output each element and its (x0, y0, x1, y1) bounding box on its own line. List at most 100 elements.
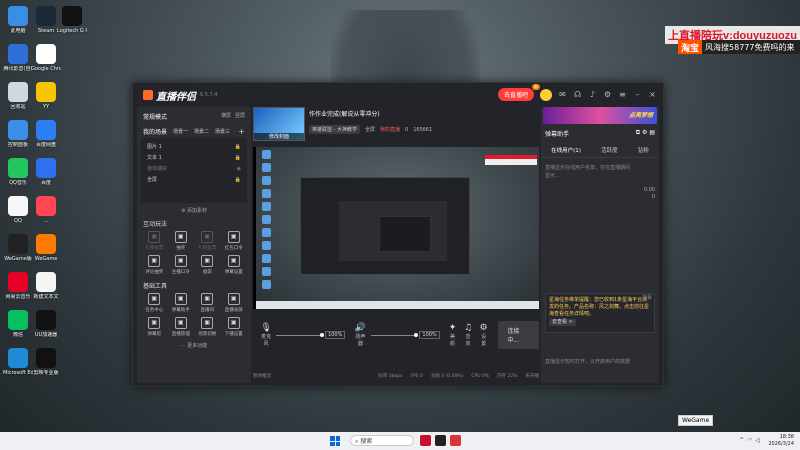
view-task-button[interactable]: 去查看 > (549, 319, 576, 326)
live-companion-icon[interactable] (435, 435, 446, 446)
feature-button[interactable]: ▣ 红包口令 (221, 231, 248, 251)
promo-banner[interactable]: 点亮梦想 (543, 107, 657, 124)
bell-icon[interactable]: ♪ (588, 90, 597, 99)
feature-button[interactable]: ▣ 抽奖 (168, 231, 195, 251)
eye-icon[interactable]: ◉ (237, 166, 241, 172)
mode-selector[interactable]: 常规模式 横屏 竖屏 (137, 107, 251, 126)
speaker-control[interactable]: 🔊 扬声器 (353, 323, 367, 347)
my-live-link[interactable]: 我的直播 (380, 126, 400, 133)
scene-tab-3[interactable]: 场景三 (215, 128, 230, 135)
desktop-icon[interactable]: Microsoft Edge (3, 348, 33, 376)
source-item[interactable]: 图片 1 🔒 (141, 141, 247, 152)
feature-button[interactable]: ▣ 弹幕助手 (168, 293, 195, 313)
game-app-icon[interactable] (420, 435, 431, 446)
wifi-icon[interactable]: ◠ (747, 437, 752, 444)
lock-icon[interactable]: 🔒 (235, 177, 241, 183)
desktop-icon[interactable]: WeGame (31, 234, 61, 262)
go-live-button[interactable]: 去直播吧新 (497, 84, 540, 101)
feature-button[interactable]: ▣ 直播间 (194, 293, 221, 313)
filter-icon[interactable]: ▤ (649, 129, 655, 136)
scene-tab-1[interactable]: 场景一 (173, 128, 188, 135)
menu-icon[interactable]: ≡ (618, 90, 627, 99)
desktop-icon[interactable]: 网易云音乐 (3, 272, 33, 300)
desktop-icon[interactable]: 微信 (3, 310, 33, 338)
desktop-icon[interactable]: QQ (3, 196, 33, 224)
fullscreen-toggle[interactable]: 全屏 (365, 126, 375, 133)
lock-icon[interactable]: 🔒 (235, 155, 241, 161)
feature-button[interactable]: ▣ 评论抽奖 (141, 255, 168, 275)
user-avatar[interactable] (540, 88, 552, 101)
feature-button[interactable]: ▣ 下播设置 (221, 317, 248, 337)
app-taskbar-icon[interactable] (450, 435, 461, 446)
orientation-portrait[interactable]: 竖屏 (235, 113, 245, 119)
category-tag[interactable]: 英雄联盟 - 大神教学 (309, 125, 360, 134)
desktop-icon[interactable]: 腾讯影音(自) (3, 44, 33, 72)
stream-cover[interactable]: 修改封面 (253, 107, 305, 141)
source-item[interactable]: 游戏捕获 ◉ (141, 163, 247, 174)
desktop-icon[interactable]: 百度 (31, 158, 61, 186)
settings-icon[interactable]: ⚙ (642, 129, 647, 136)
app-version: 6.5.7.4 (200, 92, 218, 98)
desktop-icon[interactable]: 百度网盘 (31, 120, 61, 148)
desktop-icon[interactable]: UU加速器 (31, 310, 61, 338)
beauty-button[interactable]: ✦ 美颜 (448, 323, 458, 347)
clock[interactable]: 18:38 2026/3/24 (768, 434, 794, 448)
desktop-icon[interactable]: Logitech G HUB (57, 6, 87, 34)
feature-button[interactable]: ▣ 礼物投票 (141, 231, 168, 251)
volume-icon[interactable]: ◁ (755, 437, 760, 444)
desktop-icon[interactable]: 剪映专业版 (31, 348, 61, 376)
tab-online-users[interactable]: 在线用户(1) (551, 146, 581, 154)
source-item[interactable]: 全屏 🔒 (141, 174, 247, 185)
mic-control[interactable]: 🎙 麦克风 (259, 323, 273, 347)
feature-button[interactable]: ▣ 直播录屏 (221, 293, 248, 313)
windows-start-icon[interactable] (330, 436, 340, 446)
stream-preview[interactable] (253, 147, 539, 309)
empty-hint: 直播显示在线用户名单，仅在直播期间显示... (545, 165, 631, 179)
stream-title[interactable]: 作作业完成(解说从零冲分) (309, 109, 380, 118)
popout-icon[interactable]: ⧉ (636, 129, 640, 136)
lock-icon[interactable]: 🔒 (235, 144, 241, 150)
feature-button[interactable]: ▣ 主播口令 (168, 255, 195, 275)
feature-button[interactable]: ▣ 弹幕设置 (221, 255, 248, 275)
feature-button[interactable]: ▣ 直播管理 (168, 317, 195, 337)
desktop-icon[interactable]: YY (31, 82, 61, 110)
orientation-landscape[interactable]: 横屏 (221, 113, 231, 119)
desktop-icon[interactable]: WeGame版 (3, 234, 33, 262)
feature-button[interactable]: ▣ 弹幕剪 (141, 317, 168, 337)
desktop-icon[interactable]: 回收站 (3, 82, 33, 110)
add-source-button[interactable]: ⊕ 添加素材 (143, 206, 245, 216)
headset-icon[interactable]: ☊ (573, 90, 582, 99)
desktop-icon[interactable]: 此电脑 (3, 6, 33, 34)
settings-button[interactable]: ⚙ 设置 (479, 323, 489, 347)
desktop-icon[interactable]: 新建文本文 (31, 272, 61, 300)
taskbar-search-input[interactable]: ⌕ 搜索 (350, 435, 414, 446)
chevron-up-icon[interactable]: ^ (739, 437, 744, 444)
speaker-slider[interactable] (370, 332, 419, 337)
speaker-percent[interactable]: 100% (419, 331, 440, 339)
more-features-button[interactable]: ··· 更多功能 (137, 342, 251, 349)
effects-button[interactable]: ♫ 音效 (463, 323, 473, 347)
mic-percent[interactable]: 100% (325, 331, 346, 339)
tab-diamond-fans[interactable]: 钻粉 (638, 146, 649, 154)
desktop-icon[interactable]: QQ音乐 (3, 158, 33, 186)
close-icon[interactable]: × (648, 90, 657, 99)
feature-button[interactable]: ▣ 福袋 (194, 255, 221, 275)
scene-tab-2[interactable]: 场景二 (194, 128, 209, 135)
message-icon[interactable]: ✉ (558, 90, 567, 99)
feature-button[interactable]: ▣ 场景切换 (194, 317, 221, 337)
lottery-icon: ▣ (174, 231, 187, 243)
settings-icon[interactable]: ⚙ (603, 90, 612, 99)
mic-slider[interactable] (276, 332, 324, 337)
feature-button[interactable]: ▣ 礼物投票 (194, 231, 221, 251)
desktop-icon[interactable]: 控制面板 (3, 120, 33, 148)
source-item[interactable]: 文本 1 🔒 (141, 152, 247, 163)
desktop-icon[interactable]: ... (31, 196, 61, 224)
status-bar: 暂停推流 码率 0kbps FPS 0 丢帧 0 (0.00%) CPU 0% … (253, 369, 539, 383)
feature-button[interactable]: ▣ 任务中心 (141, 293, 168, 313)
add-scene-icon[interactable]: + (238, 127, 245, 136)
tab-activity[interactable]: 活跃度 (601, 146, 618, 154)
desktop-icon[interactable]: Google Chrome (31, 44, 61, 72)
pause-stream-toggle[interactable]: 暂停推流 (253, 373, 271, 379)
minimize-icon[interactable]: – (633, 90, 642, 99)
connect-button[interactable]: 连接中... (498, 321, 539, 349)
